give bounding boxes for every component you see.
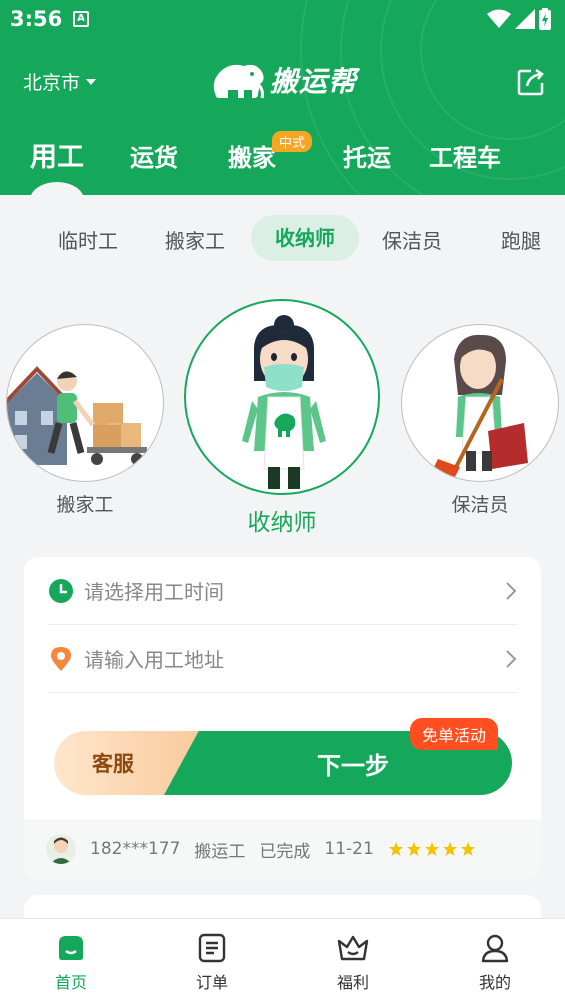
subtab-organizer[interactable]: 收纳师 (251, 215, 359, 261)
signal-icon (515, 9, 535, 29)
wifi-icon (487, 9, 511, 28)
free-order-promo-tag[interactable]: 免单活动 (410, 718, 499, 750)
moving-style-badge: 中式 (272, 131, 313, 152)
star-icon (424, 842, 439, 856)
nav-orders-label: 订单 (195, 973, 228, 992)
tab-engineering-vehicle[interactable]: 工程车 (429, 138, 501, 173)
cleaner-illustration (401, 324, 559, 482)
user-icon (481, 934, 509, 963)
mover-illustration (6, 324, 164, 482)
caret-down-icon (86, 78, 97, 85)
role-label-mover: 搬家工 (56, 494, 114, 516)
booking-panel: 请选择用工时间 请输入用工地址 客服 下一步 免单活动 182***177 搬运… (24, 557, 541, 879)
app-header: 3:56 A 北京市 搬运帮 用工 运货 搬家 托运 工程车 中式 (0, 0, 565, 195)
brand-name: 搬运帮 (270, 65, 358, 98)
status-bar: 3:56 A (0, 0, 565, 40)
star-icon (406, 842, 421, 856)
city-selector[interactable]: 北京市 (23, 68, 97, 95)
clock-icon (49, 578, 73, 603)
star-icon (442, 842, 457, 856)
role-card-organizer[interactable]: 收纳师 (184, 299, 380, 537)
ticker-phone: 182***177 (90, 839, 181, 859)
role-card-cleaner[interactable]: 保洁员 (401, 324, 559, 517)
address-input[interactable]: 请输入用工地址 (48, 625, 518, 693)
city-label: 北京市 (23, 72, 81, 94)
nav-benefits-label: 福利 (336, 973, 369, 992)
time-selector[interactable]: 请选择用工时间 (48, 557, 518, 625)
tab-freight[interactable]: 运货 (130, 138, 178, 173)
subtab-errand[interactable]: 跑腿 (501, 225, 541, 254)
nav-benefits[interactable]: 福利 (313, 933, 393, 993)
nav-orders[interactable]: 订单 (172, 933, 252, 993)
star-icon (388, 842, 403, 856)
role-card-mover[interactable]: 搬家工 (6, 324, 164, 517)
tab-consign[interactable]: 托运 (343, 138, 391, 173)
subtab-cleaner[interactable]: 保洁员 (382, 225, 442, 254)
ticker-status: 已完成 (259, 841, 311, 862)
location-pin-icon (51, 646, 71, 671)
rating-stars (388, 841, 476, 857)
ticker-date: 11-21 (324, 839, 374, 859)
nav-home[interactable]: 首页 (31, 933, 111, 993)
subtab-temp-worker[interactable]: 临时工 (58, 225, 118, 254)
avatar (46, 834, 76, 864)
elephant-logo-icon (213, 64, 264, 99)
sub-tabs: 临时工 搬家工 收纳师 保洁员 跑腿 (0, 213, 565, 263)
status-icons (487, 8, 551, 30)
nav-profile-label: 我的 (478, 973, 511, 992)
order-icon (198, 933, 226, 963)
notification-icon: A (73, 11, 89, 27)
time-placeholder: 请选择用工时间 (84, 580, 224, 604)
share-icon (517, 68, 544, 96)
home-icon (59, 936, 83, 960)
subtab-moving-worker[interactable]: 搬家工 (165, 225, 225, 254)
battery-icon (539, 8, 551, 30)
status-time: 3:56 (10, 7, 63, 31)
tab-moving[interactable]: 搬家 (228, 138, 276, 173)
role-label-cleaner: 保洁员 (451, 494, 509, 516)
address-placeholder: 请输入用工地址 (84, 648, 224, 672)
recent-order-ticker: 182***177 搬运工 已完成 11-21 (24, 819, 541, 879)
chevron-right-icon (506, 649, 517, 668)
chevron-right-icon (506, 581, 517, 600)
crown-icon (337, 935, 369, 961)
brand-logo: 搬运帮 (208, 58, 357, 102)
tab-employ[interactable]: 用工 (30, 135, 84, 174)
ticker-role: 搬运工 (194, 841, 246, 862)
star-icon (460, 842, 475, 856)
role-label-organizer: 收纳师 (247, 510, 317, 536)
share-button[interactable] (517, 68, 545, 96)
nav-profile[interactable]: 我的 (455, 933, 535, 993)
nav-home-label: 首页 (54, 973, 87, 992)
organizer-illustration (184, 299, 380, 495)
bottom-nav: 首页 订单 福利 我的 (0, 918, 565, 1004)
